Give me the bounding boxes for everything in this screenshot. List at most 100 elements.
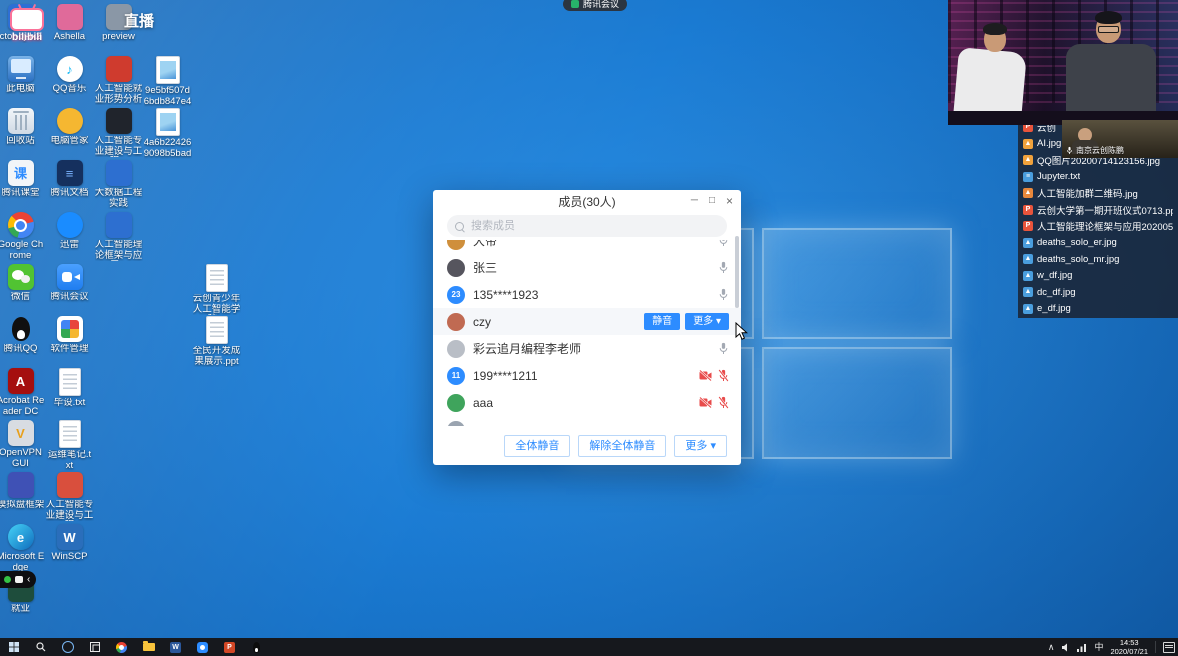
notification-center-button[interactable]: [1163, 642, 1175, 653]
icon-bishe-txt[interactable]: 毕设.txt: [47, 368, 93, 420]
app-icon: [8, 56, 34, 82]
icon-bigdata-doc[interactable]: 大数据工程实践: [96, 160, 142, 212]
icon-this-pc[interactable]: 此电脑: [0, 56, 44, 108]
mic-icon[interactable]: [718, 342, 729, 355]
unmute-all-button[interactable]: 解除全体静音: [578, 435, 666, 457]
more-button[interactable]: 更多 ▾: [674, 435, 727, 457]
member-row[interactable]: 张三: [433, 254, 741, 281]
camera-muted-icon[interactable]: [699, 397, 712, 408]
windows-logo-icon: [9, 642, 19, 652]
icon-pc-manager[interactable]: 电脑管家: [47, 108, 93, 160]
ime-indicator[interactable]: 中: [1094, 643, 1103, 652]
taskbar-qq[interactable]: [243, 638, 270, 656]
taskbar-word[interactable]: W: [162, 638, 189, 656]
icon-openvpn[interactable]: V OpenVPN GUI: [0, 420, 44, 472]
member-row[interactable]: 静音 更多 ▾: [433, 416, 741, 426]
icon-tencent-docs[interactable]: ≡ 腾讯文档: [47, 160, 93, 212]
tray-expand-icon[interactable]: ∧: [1048, 643, 1055, 652]
icon-qq[interactable]: 腾讯QQ: [0, 316, 44, 368]
task-view-button[interactable]: [81, 638, 108, 656]
member-row[interactable]: 11 199****1211: [433, 362, 741, 389]
file-row[interactable]: ▲ deaths_solo_mr.jpg: [1018, 251, 1178, 268]
dialog-titlebar[interactable]: 成员(30人) ─ □ ×: [433, 190, 741, 212]
mic-muted-icon[interactable]: [718, 396, 729, 409]
main-video[interactable]: [948, 0, 1178, 125]
mic-icon[interactable]: [718, 288, 729, 301]
icon-ai-jobs-doc[interactable]: 人工智能就业形势分析07...: [96, 56, 142, 108]
icon-acrobat[interactable]: A Acrobat Reader DC: [0, 368, 44, 420]
row-more-button[interactable]: 更多 ▾: [685, 313, 729, 330]
scrollbar[interactable]: [735, 236, 739, 308]
file-type-icon: ▲: [1023, 238, 1033, 248]
screen-share-pill[interactable]: 腾讯会议: [563, 0, 627, 11]
file-row[interactable]: ▲ w_df.jpg: [1018, 268, 1178, 285]
icon-moni-pan[interactable]: 模拟盘框架: [0, 472, 44, 524]
icon-yunchuang-doc[interactable]: 云创青少年人工智能学院...: [194, 264, 240, 316]
icon-yunwei-txt[interactable]: 运维笔记.txt: [47, 420, 93, 472]
taskbar-file-explorer[interactable]: [135, 638, 162, 656]
avatar: 11: [447, 367, 465, 385]
icon-img-9e5b[interactable]: 9e5bf507d6bdb847e47...: [145, 56, 191, 108]
icon-img-4a6b[interactable]: 4a6b224269098b5bad5...: [145, 108, 191, 160]
icon-software-manager[interactable]: 软件管理: [47, 316, 93, 368]
file-row[interactable]: P 云创大学第一期开班仪式0713.pptx: [1018, 202, 1178, 219]
taskbar-search-button[interactable]: [27, 638, 54, 656]
icon-recycle-bin[interactable]: 回收站: [0, 108, 44, 160]
member-row[interactable]: 23 135****1923: [433, 281, 741, 308]
taskbar-tencent-meeting[interactable]: [189, 638, 216, 656]
member-row[interactable]: 彩云追月编程李老师: [433, 335, 741, 362]
member-row[interactable]: czy: [433, 308, 741, 335]
icon-ai-major-doc2[interactable]: 人工智能专业建设与工程...: [96, 108, 142, 160]
icon-qq-music[interactable]: ♪ QQ音乐: [47, 56, 93, 108]
icon-chrome[interactable]: Google Chrome: [0, 212, 44, 264]
file-row[interactable]: ▲ 人工智能加群二维码.jpg: [1018, 185, 1178, 202]
network-icon[interactable]: [1077, 643, 1087, 652]
file-row[interactable]: ▲ deaths_solo_er.jpg: [1018, 235, 1178, 252]
mute-all-button[interactable]: 全体静音: [504, 435, 570, 457]
file-row[interactable]: ▲ dc_df.jpg: [1018, 284, 1178, 301]
pip-video[interactable]: 南京云创陈鹏: [1062, 120, 1178, 158]
start-button[interactable]: [0, 638, 27, 656]
mic-icon[interactable]: [718, 261, 729, 274]
wallpaper: ctor-bj-lx2 此电脑 回收站 课 腾讯课堂 Google Chrome: [0, 0, 1178, 656]
maximize-button[interactable]: □: [709, 196, 715, 206]
icon-winscp[interactable]: W WinSCP: [47, 524, 93, 576]
icon-edge[interactable]: e Microsoft Edge: [0, 524, 44, 576]
app-icon: [8, 316, 34, 342]
app-icon: [106, 108, 132, 134]
desktop-icon-label: 毕设.txt: [46, 398, 94, 409]
icon-tencent-ketang[interactable]: 课 腾讯课堂: [0, 160, 44, 212]
app-icon: e: [8, 524, 34, 550]
app-icon: [57, 316, 83, 342]
cortana-button[interactable]: [54, 638, 81, 656]
close-button[interactable]: ×: [726, 195, 733, 207]
desktop-icon-label: 云创青少年人工智能学院...: [193, 294, 241, 315]
desktop-icon-label: Ashella: [46, 32, 94, 43]
member-row[interactable]: aaa: [433, 389, 741, 416]
icon-wechat[interactable]: 微信: [0, 264, 44, 316]
app-icon: [8, 108, 34, 134]
icon-xunlei[interactable]: 迅雷: [47, 212, 93, 264]
clock[interactable]: 14:53 2020/07/21: [1110, 638, 1148, 656]
file-row[interactable]: ▲ e_df.jpg: [1018, 301, 1178, 318]
mute-button[interactable]: 静音: [644, 313, 680, 330]
icon-tencent-meeting[interactable]: 腾讯会议: [47, 264, 93, 316]
taskbar-powerpoint[interactable]: P: [216, 638, 243, 656]
mic-muted-icon[interactable]: [718, 369, 729, 382]
file-row[interactable]: ≡ Jupyter.txt: [1018, 169, 1178, 186]
member-name: 张三: [473, 259, 497, 276]
icon-ai-major-doc[interactable]: 人工智能专业建设与工程: [47, 472, 93, 524]
mic-icon[interactable]: [718, 240, 729, 247]
icon-quanmin-pptx[interactable]: 全民开发成果展示.pptx: [194, 316, 240, 368]
icon-ai-theory-doc[interactable]: 人工智能理论框架与应用...: [96, 212, 142, 264]
member-search-input[interactable]: [469, 219, 719, 233]
collapse-icon[interactable]: ‹: [27, 575, 30, 585]
minimize-button[interactable]: ─: [691, 196, 698, 206]
member-row[interactable]: 大帝: [433, 240, 741, 254]
taskbar-chrome[interactable]: [108, 638, 135, 656]
camera-muted-icon[interactable]: [699, 370, 712, 381]
icon-ashella[interactable]: Ashella: [47, 4, 93, 56]
file-row[interactable]: P 人工智能理论框架与应用20200506.pptx: [1018, 218, 1178, 235]
volume-icon[interactable]: [1061, 643, 1070, 652]
chat-dock[interactable]: ‹: [0, 571, 36, 588]
